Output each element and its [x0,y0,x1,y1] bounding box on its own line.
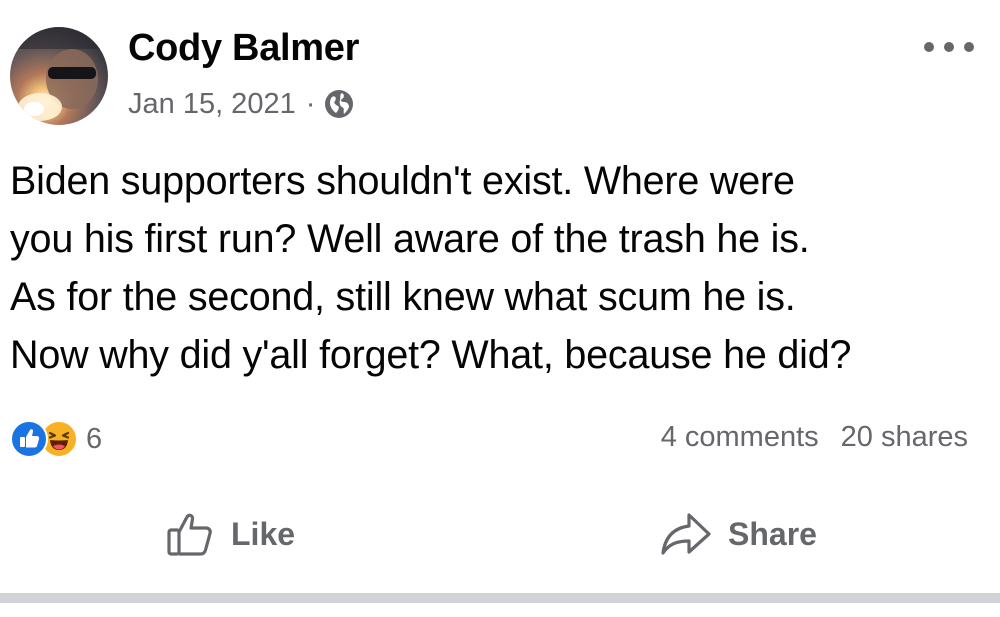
post-text-line: As for the second, still knew what scum … [10,275,796,319]
thumbs-up-icon [167,513,212,556]
post-text: Biden supporters shouldn't exist. Where … [10,152,985,384]
globe-icon [323,88,355,120]
post-text-line: Now why did y'all forget? What, because … [10,333,852,377]
like-reaction-icon [10,420,48,458]
more-options-button[interactable] [924,32,974,62]
more-dot-icon [964,42,974,52]
meta-separator: · [305,87,316,120]
more-dot-icon [944,42,954,52]
post-date[interactable]: Jan 15, 2021 [128,88,296,121]
post-card: Cody Balmer Jan 15, 2021 · Biden support… [0,0,1000,617]
like-label: Like [231,515,296,552]
avatar-photo [10,27,108,121]
reactions-summary[interactable]: 6 [10,419,102,459]
shares-count-link[interactable]: 20 shares [841,421,968,454]
reaction-count: 6 [86,422,103,455]
author-avatar[interactable] [10,27,108,125]
post-actions-bar: Like Share [0,503,1000,565]
like-button[interactable]: Like [165,503,295,565]
post-text-line: you his first run? Well aware of the tra… [10,217,810,261]
post-divider [0,593,1000,603]
share-label: Share [728,515,817,552]
comments-count-link[interactable]: 4 comments [661,421,819,454]
engagement-counts: 4 comments 20 shares [661,421,968,454]
more-dot-icon [924,42,934,52]
author-name[interactable]: Cody Balmer [128,27,359,70]
post-meta: Jan 15, 2021 · [128,86,355,122]
post-text-line: Biden supporters shouldn't exist. Where … [10,159,795,203]
share-arrow-icon [661,513,711,555]
share-button[interactable]: Share [660,503,817,565]
